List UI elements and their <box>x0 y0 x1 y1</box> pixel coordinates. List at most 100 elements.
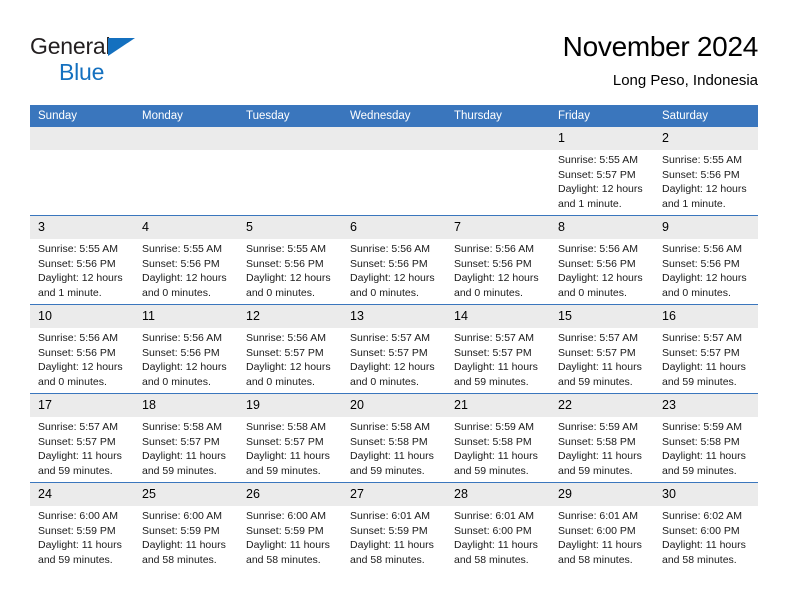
day-details: Sunrise: 6:00 AM Sunset: 5:59 PM Daylight:… <box>30 506 134 567</box>
calendar-day-cell[interactable]: 6 Sunrise: 5:56 AM Sunset: 5:56 PM Daylight… <box>342 215 446 305</box>
calendar-day-cell[interactable]: 1 Sunrise: 5:55 AM Sunset: 5:57 PM Daylight… <box>550 127 654 216</box>
calendar-day-cell[interactable]: 23 Sunrise: 5:59 AM Sunset: 5:58 PM Dayligh… <box>654 393 758 483</box>
calendar-day-cell[interactable]: 18 Sunrise: 5:58 AM Sunset: 5:57 PM Dayligh… <box>134 393 238 483</box>
calendar-day-cell[interactable]: 27 Sunrise: 6:01 AM Sunset: 5:59 PM Dayligh… <box>342 482 446 571</box>
day-number <box>238 127 342 150</box>
calendar-day-cell[interactable]: 24 Sunrise: 6:00 AM Sunset: 5:59 PM Dayligh… <box>30 482 134 571</box>
calendar-day-cell[interactable]: 30 Sunrise: 6:02 AM Sunset: 6:00 PM Dayligh… <box>654 482 758 571</box>
calendar-day-cell[interactable]: 4 Sunrise: 5:55 AM Sunset: 5:56 PM Daylight… <box>134 215 238 305</box>
sunrise-text: Sunrise: 5:56 AM <box>38 332 118 344</box>
daylight-text-line1: Daylight: 11 hours <box>246 539 330 552</box>
day-details: Sunrise: 6:00 AM Sunset: 5:59 PM Daylight:… <box>134 506 238 567</box>
daylight-text-line2: and 58 minutes. <box>662 553 737 566</box>
day-details: Sunrise: 6:02 AM Sunset: 6:00 PM Daylight:… <box>654 506 758 567</box>
calendar-day-cell[interactable]: 25 Sunrise: 6:00 AM Sunset: 5:59 PM Dayligh… <box>134 482 238 571</box>
daylight-text-line2: and 0 minutes. <box>350 375 419 388</box>
day-details: Sunrise: 5:57 AM Sunset: 5:57 PM Daylight:… <box>550 328 654 389</box>
day-details: Sunrise: 5:57 AM Sunset: 5:57 PM Daylight:… <box>30 417 134 478</box>
day-details: Sunrise: 6:00 AM Sunset: 5:59 PM Daylight:… <box>238 506 342 567</box>
day-details: Sunrise: 5:57 AM Sunset: 5:57 PM Daylight:… <box>654 328 758 389</box>
sunset-text: Sunset: 5:57 PM <box>246 346 324 359</box>
calendar-day-cell[interactable]: 26 Sunrise: 6:00 AM Sunset: 5:59 PM Dayligh… <box>238 482 342 571</box>
calendar-day-cell[interactable]: 3 Sunrise: 5:55 AM Sunset: 5:56 PM Daylight… <box>30 215 134 305</box>
day-number: 28 <box>446 483 550 506</box>
calendar-day-cell[interactable]: 20 Sunrise: 5:58 AM Sunset: 5:58 PM Dayligh… <box>342 393 446 483</box>
daylight-text-line1: Daylight: 11 hours <box>662 539 746 552</box>
daylight-text-line2: and 58 minutes. <box>246 553 321 566</box>
calendar-day-cell-empty <box>238 127 342 216</box>
day-number: 2 <box>654 127 758 150</box>
day-number <box>342 127 446 150</box>
sunrise-text: Sunrise: 5:56 AM <box>662 243 742 255</box>
day-details: Sunrise: 5:57 AM Sunset: 5:57 PM Daylight:… <box>342 328 446 389</box>
brand-logo[interactable]: General Blue <box>30 28 180 94</box>
daylight-text-line1: Daylight: 12 hours <box>246 272 331 285</box>
day-number: 6 <box>342 216 446 239</box>
sunrise-text: Sunrise: 5:56 AM <box>350 243 430 255</box>
sunset-text: Sunset: 5:56 PM <box>142 346 220 359</box>
calendar-day-cell[interactable]: 12 Sunrise: 5:56 AM Sunset: 5:57 PM Dayligh… <box>238 304 342 394</box>
day-details: Sunrise: 6:01 AM Sunset: 6:00 PM Daylight:… <box>550 506 654 567</box>
calendar-day-cell[interactable]: 7 Sunrise: 5:56 AM Sunset: 5:56 PM Daylight… <box>446 215 550 305</box>
day-details: Sunrise: 5:58 AM Sunset: 5:57 PM Daylight:… <box>134 417 238 478</box>
day-number: 20 <box>342 394 446 417</box>
sunrise-text: Sunrise: 6:01 AM <box>350 510 430 522</box>
title-block: November 2024 Long Peso, Indonesia <box>563 28 759 92</box>
calendar-week-row: 3 Sunrise: 5:55 AM Sunset: 5:56 PM Daylight… <box>30 215 758 305</box>
day-number: 5 <box>238 216 342 239</box>
calendar-day-cell[interactable]: 14 Sunrise: 5:57 AM Sunset: 5:57 PM Dayligh… <box>446 304 550 394</box>
daylight-text-line2: and 0 minutes. <box>246 375 315 388</box>
day-number <box>134 127 238 150</box>
sunrise-text: Sunrise: 5:55 AM <box>38 243 118 255</box>
calendar-day-cell[interactable]: 29 Sunrise: 6:01 AM Sunset: 6:00 PM Dayligh… <box>550 482 654 571</box>
daylight-text-line2: and 59 minutes. <box>454 375 529 388</box>
day-number: 7 <box>446 216 550 239</box>
daylight-text-line1: Daylight: 11 hours <box>454 450 538 463</box>
sunset-text: Sunset: 5:57 PM <box>38 435 116 448</box>
calendar-day-cell[interactable]: 17 Sunrise: 5:57 AM Sunset: 5:57 PM Dayligh… <box>30 393 134 483</box>
calendar-body: 1 Sunrise: 5:55 AM Sunset: 5:57 PM Daylight… <box>30 127 758 571</box>
calendar-day-cell[interactable]: 19 Sunrise: 5:58 AM Sunset: 5:57 PM Dayligh… <box>238 393 342 483</box>
sunset-text: Sunset: 5:57 PM <box>558 168 636 181</box>
calendar-day-cell[interactable]: 8 Sunrise: 5:56 AM Sunset: 5:56 PM Daylight… <box>550 215 654 305</box>
day-details: Sunrise: 5:55 AM Sunset: 5:57 PM Daylight:… <box>550 150 654 211</box>
daylight-text-line1: Daylight: 11 hours <box>38 450 122 463</box>
calendar-day-cell[interactable]: 28 Sunrise: 6:01 AM Sunset: 6:00 PM Dayligh… <box>446 482 550 571</box>
calendar-day-cell[interactable]: 9 Sunrise: 5:56 AM Sunset: 5:56 PM Daylight… <box>654 215 758 305</box>
day-details: Sunrise: 5:55 AM Sunset: 5:56 PM Daylight:… <box>654 150 758 211</box>
day-number: 22 <box>550 394 654 417</box>
day-number: 4 <box>134 216 238 239</box>
brand-name-blue: Blue <box>59 59 105 85</box>
day-number: 19 <box>238 394 342 417</box>
daylight-text-line2: and 59 minutes. <box>558 375 633 388</box>
day-number: 1 <box>550 127 654 150</box>
calendar-day-cell[interactable]: 2 Sunrise: 5:55 AM Sunset: 5:56 PM Daylight… <box>654 127 758 216</box>
calendar-day-cell[interactable]: 21 Sunrise: 5:59 AM Sunset: 5:58 PM Dayligh… <box>446 393 550 483</box>
sunset-text: Sunset: 5:56 PM <box>246 257 324 270</box>
day-number: 25 <box>134 483 238 506</box>
daylight-text-line2: and 59 minutes. <box>558 464 633 477</box>
calendar-day-cell[interactable]: 11 Sunrise: 5:56 AM Sunset: 5:56 PM Dayligh… <box>134 304 238 394</box>
calendar-day-cell[interactable]: 16 Sunrise: 5:57 AM Sunset: 5:57 PM Dayligh… <box>654 304 758 394</box>
day-number: 3 <box>30 216 134 239</box>
daylight-text-line1: Daylight: 11 hours <box>246 450 330 463</box>
day-number: 12 <box>238 305 342 328</box>
sunset-text: Sunset: 5:57 PM <box>246 435 324 448</box>
daylight-text-line2: and 0 minutes. <box>350 286 419 299</box>
daylight-text-line1: Daylight: 11 hours <box>662 450 746 463</box>
daylight-text-line2: and 59 minutes. <box>142 464 217 477</box>
calendar-day-cell[interactable]: 10 Sunrise: 5:56 AM Sunset: 5:56 PM Dayligh… <box>30 304 134 394</box>
calendar-week-row: 10 Sunrise: 5:56 AM Sunset: 5:56 PM Dayligh… <box>30 304 758 394</box>
sunset-text: Sunset: 5:57 PM <box>142 435 220 448</box>
day-number <box>30 127 134 150</box>
day-details: Sunrise: 5:56 AM Sunset: 5:57 PM Daylight:… <box>238 328 342 389</box>
calendar-day-cell[interactable]: 5 Sunrise: 5:55 AM Sunset: 5:56 PM Daylight… <box>238 215 342 305</box>
sunrise-text: Sunrise: 5:59 AM <box>454 421 534 433</box>
day-details: Sunrise: 5:56 AM Sunset: 5:56 PM Daylight:… <box>30 328 134 389</box>
calendar-day-cell[interactable]: 13 Sunrise: 5:57 AM Sunset: 5:57 PM Dayligh… <box>342 304 446 394</box>
day-details: Sunrise: 5:59 AM Sunset: 5:58 PM Daylight:… <box>446 417 550 478</box>
sunrise-text: Sunrise: 6:00 AM <box>246 510 326 522</box>
calendar-day-cell[interactable]: 22 Sunrise: 5:59 AM Sunset: 5:58 PM Dayligh… <box>550 393 654 483</box>
daylight-text-line2: and 59 minutes. <box>246 464 321 477</box>
calendar-day-cell[interactable]: 15 Sunrise: 5:57 AM Sunset: 5:57 PM Dayligh… <box>550 304 654 394</box>
